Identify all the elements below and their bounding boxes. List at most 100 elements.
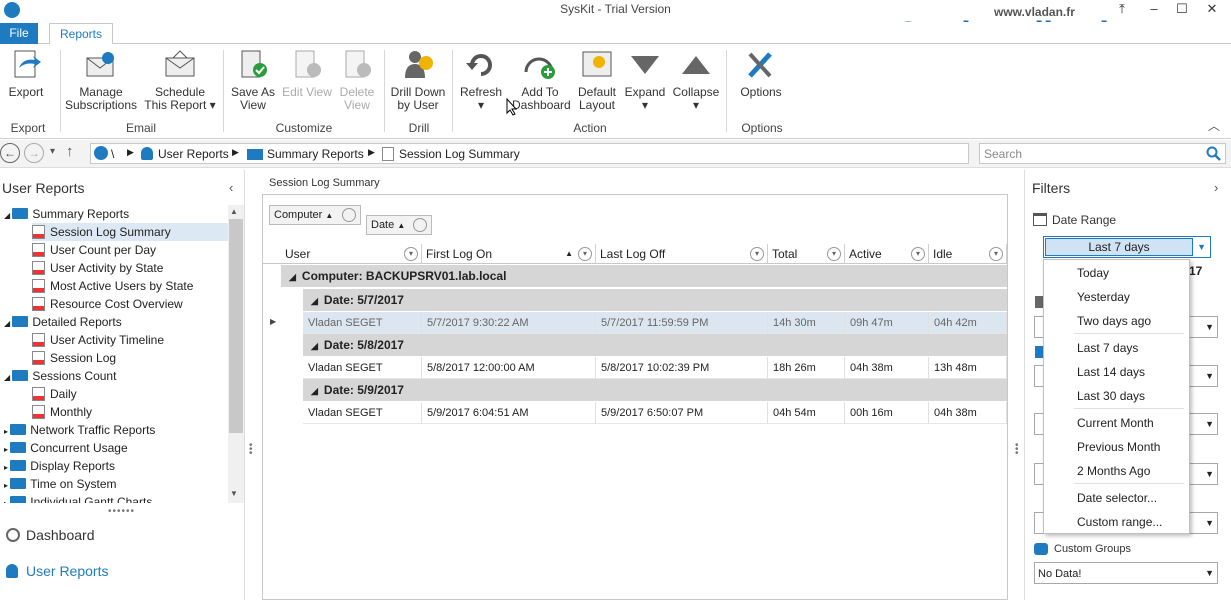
group-chip-date[interactable]: Date ▲ xyxy=(366,215,432,235)
table-cell[interactable]: 5/7/2017 9:30:22 AM xyxy=(422,312,596,334)
add-to-dashboard-button[interactable]: Add To Dashboard xyxy=(512,48,571,112)
collapse-filters-icon[interactable]: › xyxy=(1214,180,1218,195)
tree-report-item[interactable]: User Activity by State xyxy=(32,259,228,277)
tree-report-item[interactable]: Monthly xyxy=(32,403,228,421)
left-splitter-handle[interactable]: • • • xyxy=(249,441,253,459)
up-icon[interactable]: ↑ xyxy=(66,143,74,160)
group-row-date[interactable]: ◢ Date: 5/9/2017 xyxy=(303,379,1007,401)
breadcrumb-sep-icon[interactable]: ▶ xyxy=(127,147,134,158)
chevron-down-icon[interactable]: ▼ xyxy=(1205,563,1214,583)
drill-down-button[interactable]: Drill Down by User xyxy=(390,48,446,112)
filter-icon[interactable]: ▾ xyxy=(404,247,418,261)
breadcrumb-user-reports[interactable]: User Reports xyxy=(158,147,229,161)
breadcrumb-sep-icon[interactable]: ▶ xyxy=(368,147,375,158)
table-cell[interactable]: 5/8/2017 12:00:00 AM xyxy=(422,357,596,379)
table-cell[interactable]: Vladan SEGET xyxy=(303,357,422,379)
table-cell[interactable]: 5/9/2017 6:04:51 AM xyxy=(422,402,596,424)
tree-folder-item[interactable]: ◢ Sessions Count xyxy=(4,367,228,385)
collapse-ribbon-icon[interactable]: ︿ xyxy=(1208,117,1220,134)
breadcrumb-home-icon[interactable] xyxy=(94,146,108,160)
table-cell[interactable]: 18h 26m xyxy=(768,357,845,379)
table-cell[interactable]: 04h 38m xyxy=(845,357,929,379)
tree-folder-item[interactable]: ▸ Network Traffic Reports xyxy=(4,421,228,439)
right-splitter-handle[interactable]: • • • xyxy=(1015,441,1019,459)
tree-folder-item[interactable]: ▸ Individual Gantt Charts xyxy=(4,493,228,503)
breadcrumb-summary-reports[interactable]: Summary Reports xyxy=(267,147,364,161)
nav-dashboard[interactable]: Dashboard xyxy=(6,527,95,543)
dropdown-option[interactable]: Current Month xyxy=(1077,414,1154,432)
export-button[interactable]: Export xyxy=(4,48,48,99)
tree-report-item[interactable]: User Count per Day xyxy=(32,241,228,259)
filter-icon[interactable] xyxy=(342,208,356,222)
forward-icon[interactable]: → xyxy=(24,143,44,163)
dropdown-option[interactable]: Today xyxy=(1077,264,1109,282)
default-layout-button[interactable]: Default Layout xyxy=(574,48,620,112)
nav-user-reports[interactable]: User Reports xyxy=(6,563,108,579)
table-cell[interactable]: 04h 38m xyxy=(929,402,1007,424)
date-range-select[interactable]: Last 7 days ▼ xyxy=(1043,236,1211,258)
tree-folder-item[interactable]: ◢ Summary Reports xyxy=(4,205,228,223)
table-cell[interactable]: 00h 16m xyxy=(845,402,929,424)
dropdown-option[interactable]: Previous Month xyxy=(1077,438,1160,456)
column-header-first-log-on[interactable]: First Log On ▲ ▾ xyxy=(422,244,596,264)
tree-scrollbar[interactable]: ▲ ▼ xyxy=(228,205,244,503)
dropdown-option[interactable]: Two days ago xyxy=(1077,312,1151,330)
search-box[interactable]: Search xyxy=(979,143,1226,164)
group-row-computer[interactable]: ◢ Computer: BACKUPSRV01.lab.local xyxy=(281,265,1007,287)
table-cell[interactable]: 5/8/2017 10:02:39 PM xyxy=(596,357,768,379)
breadcrumb-root[interactable]: \ xyxy=(111,147,114,161)
filter-icon[interactable]: ▾ xyxy=(911,247,925,261)
tree-report-item[interactable]: Most Active Users by State xyxy=(32,277,228,295)
tree-report-item[interactable]: Resource Cost Overview xyxy=(32,295,228,313)
collapse-left-pane-icon[interactable]: ‹ xyxy=(229,180,233,195)
group-row-date[interactable]: ◢ Date: 5/8/2017 xyxy=(303,334,1007,356)
manage-subscriptions-button[interactable]: Manage Subscriptions xyxy=(64,48,138,112)
table-cell[interactable]: Vladan SEGET xyxy=(303,312,422,334)
custom-groups-select[interactable]: No Data! ▼ xyxy=(1034,562,1218,584)
group-row-date[interactable]: ◢ Date: 5/7/2017 xyxy=(303,289,1007,311)
filter-icon[interactable]: ▾ xyxy=(989,247,1003,261)
tree-report-item[interactable]: User Activity Timeline xyxy=(32,331,228,349)
dropdown-option[interactable]: 2 Months Ago xyxy=(1077,462,1150,480)
tree-report-item[interactable]: Daily xyxy=(32,385,228,403)
options-button[interactable]: Options xyxy=(738,48,784,99)
table-cell[interactable]: 04h 54m xyxy=(768,402,845,424)
collapse-group-icon[interactable]: ◢ xyxy=(311,296,318,306)
expand-button[interactable]: Expand ▾ xyxy=(622,48,668,112)
chevron-down-icon[interactable]: ▼ xyxy=(1197,237,1206,257)
collapse-node-icon[interactable]: ◢ xyxy=(4,319,12,328)
collapse-node-icon[interactable]: ◢ xyxy=(4,211,12,220)
table-cell[interactable]: 5/9/2017 6:50:07 PM xyxy=(596,402,768,424)
schedule-report-button[interactable]: Schedule This Report ▾ xyxy=(142,48,218,112)
table-cell[interactable]: 5/7/2017 11:59:59 PM xyxy=(596,312,768,334)
close-icon[interactable]: ✕ xyxy=(1198,0,1226,20)
tree-report-item[interactable]: Session Log Summary xyxy=(32,223,228,241)
tree-report-item[interactable]: Session Log xyxy=(32,349,228,367)
dropdown-option[interactable]: Last 30 days xyxy=(1077,387,1145,405)
minimize-icon[interactable]: – xyxy=(1140,0,1168,20)
column-header-active[interactable]: Active ▾ xyxy=(845,244,929,264)
column-header-idle[interactable]: Idle ▾ xyxy=(929,244,1007,264)
maximize-icon[interactable]: ☐ xyxy=(1168,0,1196,20)
restore-icon[interactable]: ⤒ xyxy=(1108,0,1136,20)
table-cell[interactable]: 04h 42m xyxy=(929,312,1007,334)
tree-folder-item[interactable]: ◢ Detailed Reports xyxy=(4,313,228,331)
collapse-button[interactable]: Collapse ▾ xyxy=(672,48,720,112)
search-input[interactable]: Search xyxy=(984,147,1022,161)
collapse-group-icon[interactable]: ◢ xyxy=(289,272,296,282)
tree-folder-item[interactable]: ▸ Time on System xyxy=(4,475,228,493)
breadcrumb-session-log-summary[interactable]: Session Log Summary xyxy=(399,147,520,161)
save-as-view-button[interactable]: Save As View xyxy=(228,48,278,112)
table-cell[interactable]: 13h 48m xyxy=(929,357,1007,379)
breadcrumb-sep-icon[interactable]: ▶ xyxy=(232,147,239,158)
filter-icon[interactable]: ▾ xyxy=(750,247,764,261)
collapse-node-icon[interactable]: ◢ xyxy=(4,373,12,382)
tree-folder-item[interactable]: ▸ Display Reports xyxy=(4,457,228,475)
column-header-last-log-off[interactable]: Last Log Off ▾ xyxy=(596,244,768,264)
tab-reports[interactable]: Reports xyxy=(49,23,113,45)
collapse-group-icon[interactable]: ◢ xyxy=(311,341,318,351)
back-icon[interactable]: ← xyxy=(0,143,20,163)
tab-file[interactable]: File xyxy=(0,23,38,44)
dropdown-option[interactable]: Date selector... xyxy=(1077,489,1157,507)
collapse-group-icon[interactable]: ◢ xyxy=(311,386,318,396)
